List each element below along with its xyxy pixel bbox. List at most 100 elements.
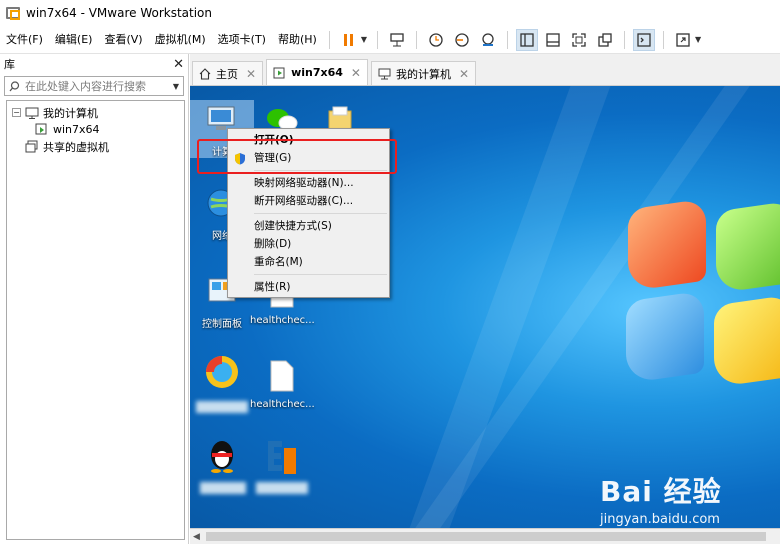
tree-item-win7x64[interactable]: win7x64 bbox=[7, 121, 184, 138]
full-screen-icon bbox=[572, 32, 586, 47]
stretch-icon bbox=[676, 32, 690, 47]
browser-shortcut-icon bbox=[202, 352, 242, 392]
toolbar-separator bbox=[328, 30, 330, 49]
revert-clock-icon bbox=[455, 32, 469, 47]
tab-label: 我的计算机 bbox=[395, 67, 451, 81]
library-title: 库 bbox=[4, 58, 15, 71]
library-close-icon[interactable]: ✕ bbox=[173, 57, 184, 72]
menu-toolbar: 文件(F) 编辑(E) 查看(V) 虚拟机(M) 选项卡(T) 帮助(H) ▼ bbox=[0, 26, 780, 54]
desktop-icon-label: healthchec... bbox=[250, 399, 315, 410]
tab-my-computer[interactable]: 我的计算机 ✕ bbox=[370, 61, 477, 85]
context-menu-separator bbox=[254, 213, 387, 214]
library-header: 库 ✕ bbox=[0, 54, 188, 74]
tree-item-label: win7x64 bbox=[53, 123, 100, 136]
desktop-icon-label: 控制面板 bbox=[202, 319, 242, 330]
scroll-left-icon[interactable]: ◀ bbox=[193, 532, 200, 542]
watermark-logo: Bai 经验 bbox=[600, 475, 722, 508]
horizontal-scrollbar[interactable]: ◀ bbox=[190, 528, 780, 544]
console-view-button[interactable] bbox=[632, 28, 655, 51]
window-title: win7x64 - VMware Workstation bbox=[26, 6, 212, 20]
menu-edit[interactable]: 编辑(E) bbox=[49, 26, 99, 54]
tab-bar: 主页 ✕ win7x64 ✕ 我的计算机 ✕ bbox=[190, 54, 780, 86]
unity-button[interactable] bbox=[594, 29, 616, 51]
search-icon bbox=[9, 80, 20, 91]
tree-item-my-computer[interactable]: − 我的计算机 bbox=[7, 104, 184, 121]
desktop-icon-app[interactable] bbox=[250, 436, 314, 494]
thumbnail-bar-icon bbox=[546, 32, 560, 47]
full-screen-button[interactable] bbox=[568, 29, 590, 51]
tab-label: 主页 bbox=[216, 67, 238, 81]
library-tree: − 我的计算机 win7x64 共享的虚拟机 bbox=[6, 100, 185, 540]
revert-snapshot-button[interactable] bbox=[451, 29, 473, 51]
unity-icon bbox=[598, 32, 612, 47]
context-menu-create-shortcut[interactable]: 创建快捷方式(S) bbox=[228, 217, 389, 235]
context-menu-disconnect-network-drive[interactable]: 断开网络驱动器(C)... bbox=[228, 192, 389, 210]
computer-icon bbox=[25, 107, 39, 119]
tree-item-label: 我的计算机 bbox=[43, 106, 98, 120]
menu-tabs[interactable]: 选项卡(T) bbox=[212, 26, 272, 54]
stretch-dropdown-icon[interactable]: ▼ bbox=[695, 35, 701, 44]
blurred-label bbox=[256, 482, 308, 494]
desktop-icon-label: healthchec... bbox=[250, 315, 315, 326]
send-ctrl-alt-del-button[interactable] bbox=[386, 29, 408, 51]
tab-close-icon[interactable]: ✕ bbox=[246, 67, 256, 81]
context-menu-rename[interactable]: 重命名(M) bbox=[228, 253, 389, 271]
library-search-input[interactable]: 在此处键入内容进行搜索 ▼ bbox=[4, 76, 184, 96]
library-panel-icon bbox=[520, 32, 534, 47]
snapshot-clock-icon bbox=[429, 32, 443, 47]
search-placeholder: 在此处键入内容进行搜索 bbox=[25, 80, 146, 93]
context-menu-separator bbox=[254, 274, 387, 275]
pause-dropdown-icon[interactable]: ▼ bbox=[361, 35, 367, 44]
menu-vm[interactable]: 虚拟机(M) bbox=[149, 26, 212, 54]
snapshot-manager-button[interactable] bbox=[477, 29, 499, 51]
vmware-window: win7x64 - VMware Workstation 文件(F) 编辑(E)… bbox=[0, 0, 780, 544]
flag-pane bbox=[714, 294, 780, 388]
desktop-icon-healthcheck-2[interactable]: healthchec... bbox=[250, 356, 315, 410]
home-icon bbox=[199, 67, 211, 80]
tab-label: win7x64 bbox=[291, 66, 343, 79]
context-menu-properties[interactable]: 属性(R) bbox=[228, 278, 389, 296]
vmware-logo-icon bbox=[6, 7, 20, 20]
windows-flag-logo bbox=[620, 186, 780, 456]
vm-icon bbox=[273, 67, 285, 78]
tab-win7x64[interactable]: win7x64 ✕ bbox=[266, 59, 368, 85]
menu-view[interactable]: 查看(V) bbox=[98, 26, 148, 54]
toolbar-separator bbox=[376, 30, 378, 49]
menu-file[interactable]: 文件(F) bbox=[0, 26, 49, 54]
tab-close-icon[interactable]: ✕ bbox=[351, 66, 361, 80]
menu-help[interactable]: 帮助(H) bbox=[272, 26, 323, 54]
pause-icon bbox=[343, 33, 353, 46]
console-icon bbox=[637, 32, 651, 47]
toolbar-separator bbox=[506, 30, 508, 49]
blurred-label bbox=[200, 482, 246, 494]
qq-penguin-icon bbox=[202, 436, 242, 476]
snapshot-manager-icon bbox=[482, 32, 494, 46]
blurred-label bbox=[196, 401, 248, 413]
tab-close-icon[interactable]: ✕ bbox=[459, 67, 469, 81]
snapshot-button[interactable] bbox=[425, 29, 447, 51]
baidu-jingyan-watermark: Bai 经验 jingyan.baidu.com bbox=[600, 470, 776, 530]
search-dropdown-icon[interactable]: ▼ bbox=[173, 82, 179, 91]
tree-collapse-icon[interactable]: − bbox=[12, 108, 21, 117]
computer-icon bbox=[378, 68, 391, 79]
desktop-icon-browser[interactable] bbox=[190, 352, 254, 413]
file-icon bbox=[262, 356, 302, 396]
toolbar-separator bbox=[415, 30, 417, 49]
flag-pane bbox=[628, 198, 706, 292]
stretch-guest-button[interactable] bbox=[672, 29, 694, 51]
shared-vm-icon bbox=[25, 140, 39, 153]
vm-icon bbox=[35, 123, 49, 136]
pause-button[interactable] bbox=[338, 29, 360, 51]
tab-home[interactable]: 主页 ✕ bbox=[192, 61, 264, 85]
highlight-annotation-box bbox=[197, 139, 397, 174]
context-menu-delete[interactable]: 删除(D) bbox=[228, 235, 389, 253]
toolbar-separator bbox=[662, 30, 664, 49]
flag-pane bbox=[716, 200, 780, 294]
show-library-button[interactable] bbox=[515, 28, 538, 51]
thumbnail-bar-button[interactable] bbox=[542, 29, 564, 51]
title-bar: win7x64 - VMware Workstation bbox=[0, 0, 780, 26]
scrollbar-thumb[interactable] bbox=[206, 532, 766, 541]
desktop-icon-qq[interactable] bbox=[190, 436, 254, 494]
tree-item-shared-vms[interactable]: 共享的虚拟机 bbox=[7, 138, 184, 155]
context-menu-map-network-drive[interactable]: 映射网络驱动器(N)... bbox=[228, 174, 389, 192]
